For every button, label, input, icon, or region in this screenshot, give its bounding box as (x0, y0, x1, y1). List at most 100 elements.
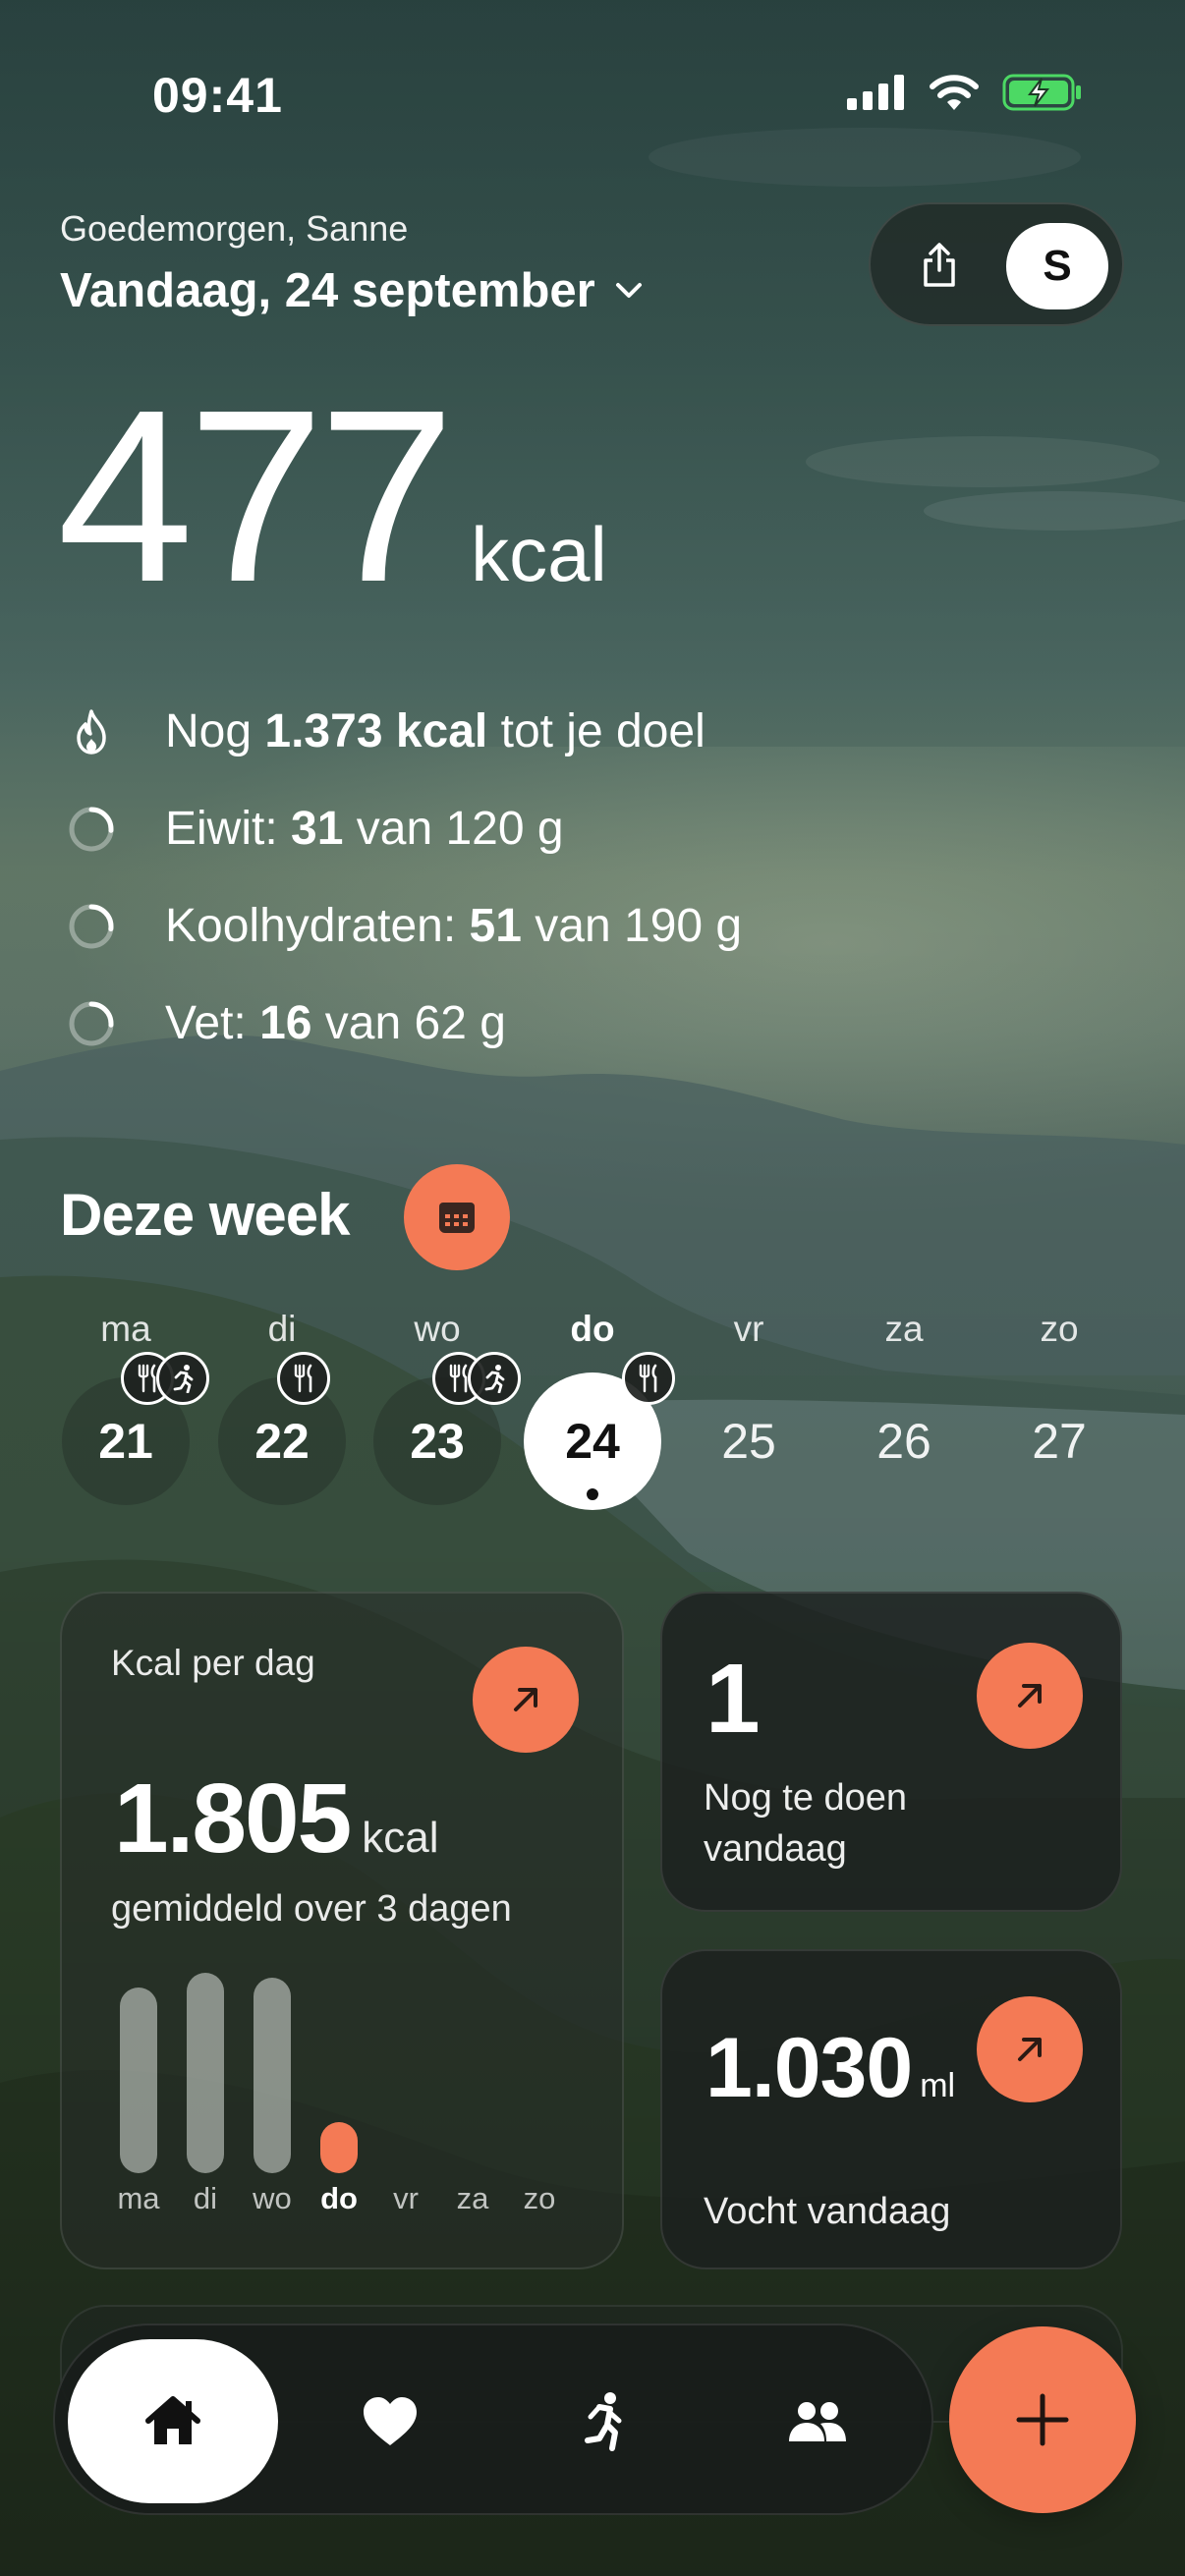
day-za[interactable]: za 26 (840, 1309, 968, 1525)
tab-home[interactable] (68, 2339, 278, 2503)
average-kcal-value: 1.805 (114, 1764, 352, 1874)
kcal-bar-chart (105, 1967, 577, 2173)
cellular-signal-icon (847, 75, 904, 110)
calendar-button[interactable] (404, 1164, 510, 1270)
open-todo-button[interactable] (977, 1643, 1083, 1749)
day-label: wo (414, 1309, 461, 1349)
day-label: zo (1040, 1309, 1079, 1349)
date-selector[interactable]: Vandaag, 24 september (60, 263, 643, 318)
week-days: ma 21 di 22 wo 23 do 24 vr 25 za 26 zo 27 (0, 1309, 1185, 1525)
date-label: Vandaag, 24 september (60, 264, 595, 317)
today-indicator-dot (587, 1488, 598, 1500)
fluid-amount: 1.030 ml (705, 2020, 955, 2117)
open-fluid-button[interactable] (977, 1996, 1083, 2102)
kcal-bar-ma (120, 1988, 157, 2173)
week-title: Deze week (60, 1182, 351, 1248)
macro-stats: Nog 1.373 kcal tot je doel Eiwit: 31 van… (65, 683, 742, 1072)
fat-value: 16 (259, 997, 312, 1049)
todo-count: 1 (705, 1644, 761, 1754)
arrow-up-right-icon (1018, 2038, 1042, 2061)
day-vr[interactable]: vr 25 (685, 1309, 813, 1525)
people-icon (789, 2401, 846, 2441)
day-date[interactable]: 27 (995, 1377, 1123, 1505)
status-time: 09:41 (152, 68, 283, 123)
header-actions: S (869, 202, 1124, 326)
day-label: di (267, 1309, 297, 1349)
day-zo[interactable]: zo 27 (995, 1309, 1123, 1525)
open-kcal-button[interactable] (473, 1647, 579, 1753)
average-subtitle: gemiddeld over 3 dagen (111, 1888, 512, 1930)
kcal-bar-di (187, 1973, 224, 2173)
arrow-up-right-icon (1018, 1684, 1042, 1708)
day-wo[interactable]: wo 23 (373, 1309, 521, 1525)
protein-stat: Eiwit: 31 van 120 g (65, 780, 742, 877)
battery-charging-icon (1002, 74, 1081, 111)
bar-label-ma: ma (117, 2181, 160, 2215)
carbs-stat: Koolhydraten: 51 van 190 g (65, 877, 742, 975)
fluid-label: Vocht vandaag (704, 2191, 951, 2232)
day-date[interactable]: 26 (840, 1377, 968, 1505)
day-ma[interactable]: ma 21 (62, 1309, 209, 1525)
progress-ring-icon (65, 900, 118, 953)
activity-logged-icon (156, 1352, 209, 1405)
calendar-icon (439, 1203, 475, 1233)
add-button[interactable] (949, 2326, 1136, 2513)
progress-ring-icon (65, 803, 118, 856)
day-label: do (570, 1309, 615, 1349)
meal-logged-icon (622, 1352, 675, 1405)
fluid-card[interactable]: 1.030 ml Vocht vandaag (660, 1949, 1122, 2269)
avatar[interactable]: S (1006, 223, 1108, 309)
goal-remaining: Nog 1.373 kcal tot je doel (65, 683, 742, 780)
tab-activity[interactable] (497, 2339, 707, 2503)
average-kcal-unit: kcal (362, 1814, 439, 1862)
day-do[interactable]: do 24 (524, 1309, 675, 1525)
heart-icon (364, 2396, 417, 2445)
kcal-bar-wo (254, 1977, 291, 2173)
status-bar: 09:41 (0, 0, 1185, 187)
share-icon (924, 243, 955, 287)
bar-labels: ma di wo do vr za zo (105, 2181, 577, 2220)
protein-value: 31 (291, 803, 344, 855)
home-icon (145, 2395, 200, 2444)
fluid-value: 1.030 (705, 2021, 913, 2115)
activity-logged-icon (468, 1352, 521, 1405)
share-button[interactable] (908, 234, 971, 297)
card-title: Kcal per dag (111, 1643, 315, 1683)
fluid-unit: ml (920, 2067, 956, 2104)
meal-logged-icon (277, 1352, 330, 1405)
flame-icon (65, 705, 118, 758)
progress-ring-icon (65, 997, 118, 1050)
plus-icon (1016, 2393, 1069, 2446)
tab-health[interactable] (285, 2339, 495, 2503)
tab-community[interactable] (712, 2339, 923, 2503)
carbs-value: 51 (469, 900, 522, 952)
kcal-per-day-card[interactable]: Kcal per dag 1.805 kcal gemiddeld over 3… (60, 1592, 624, 2269)
chevron-down-icon (615, 283, 642, 298)
day-label: ma (100, 1309, 151, 1349)
day-date[interactable]: 25 (685, 1377, 813, 1505)
average-kcal: 1.805 kcal (114, 1763, 439, 1876)
bar-label-wo: wo (253, 2181, 292, 2215)
tab-bar (53, 2324, 933, 2515)
kcal-bar-do (320, 2122, 358, 2173)
wifi-icon (930, 75, 979, 110)
day-label: za (884, 1309, 924, 1349)
todo-card[interactable]: 1 Nog te doen vandaag (660, 1592, 1122, 1912)
bar-label-vr: vr (393, 2181, 419, 2215)
day-label: vr (733, 1309, 764, 1349)
kcal-value: 477 (57, 359, 455, 633)
greeting: Goedemorgen, Sanne (60, 208, 409, 249)
bar-label-zo: zo (523, 2181, 556, 2215)
bar-label-di: di (193, 2181, 218, 2215)
day-di[interactable]: di 22 (218, 1309, 346, 1525)
arrow-up-right-icon (514, 1688, 537, 1711)
day-date[interactable]: 22 (218, 1377, 346, 1505)
kcal-total: 477 kcal (57, 373, 607, 619)
running-icon (585, 2391, 622, 2451)
bar-label-za: za (456, 2181, 489, 2215)
todo-label: Nog te doen vandaag (704, 1777, 908, 1870)
kcal-unit: kcal (471, 511, 607, 597)
goal-value: 1.373 kcal (264, 705, 488, 757)
fat-stat: Vet: 16 van 62 g (65, 975, 742, 1072)
bar-label-do: do (320, 2181, 358, 2215)
